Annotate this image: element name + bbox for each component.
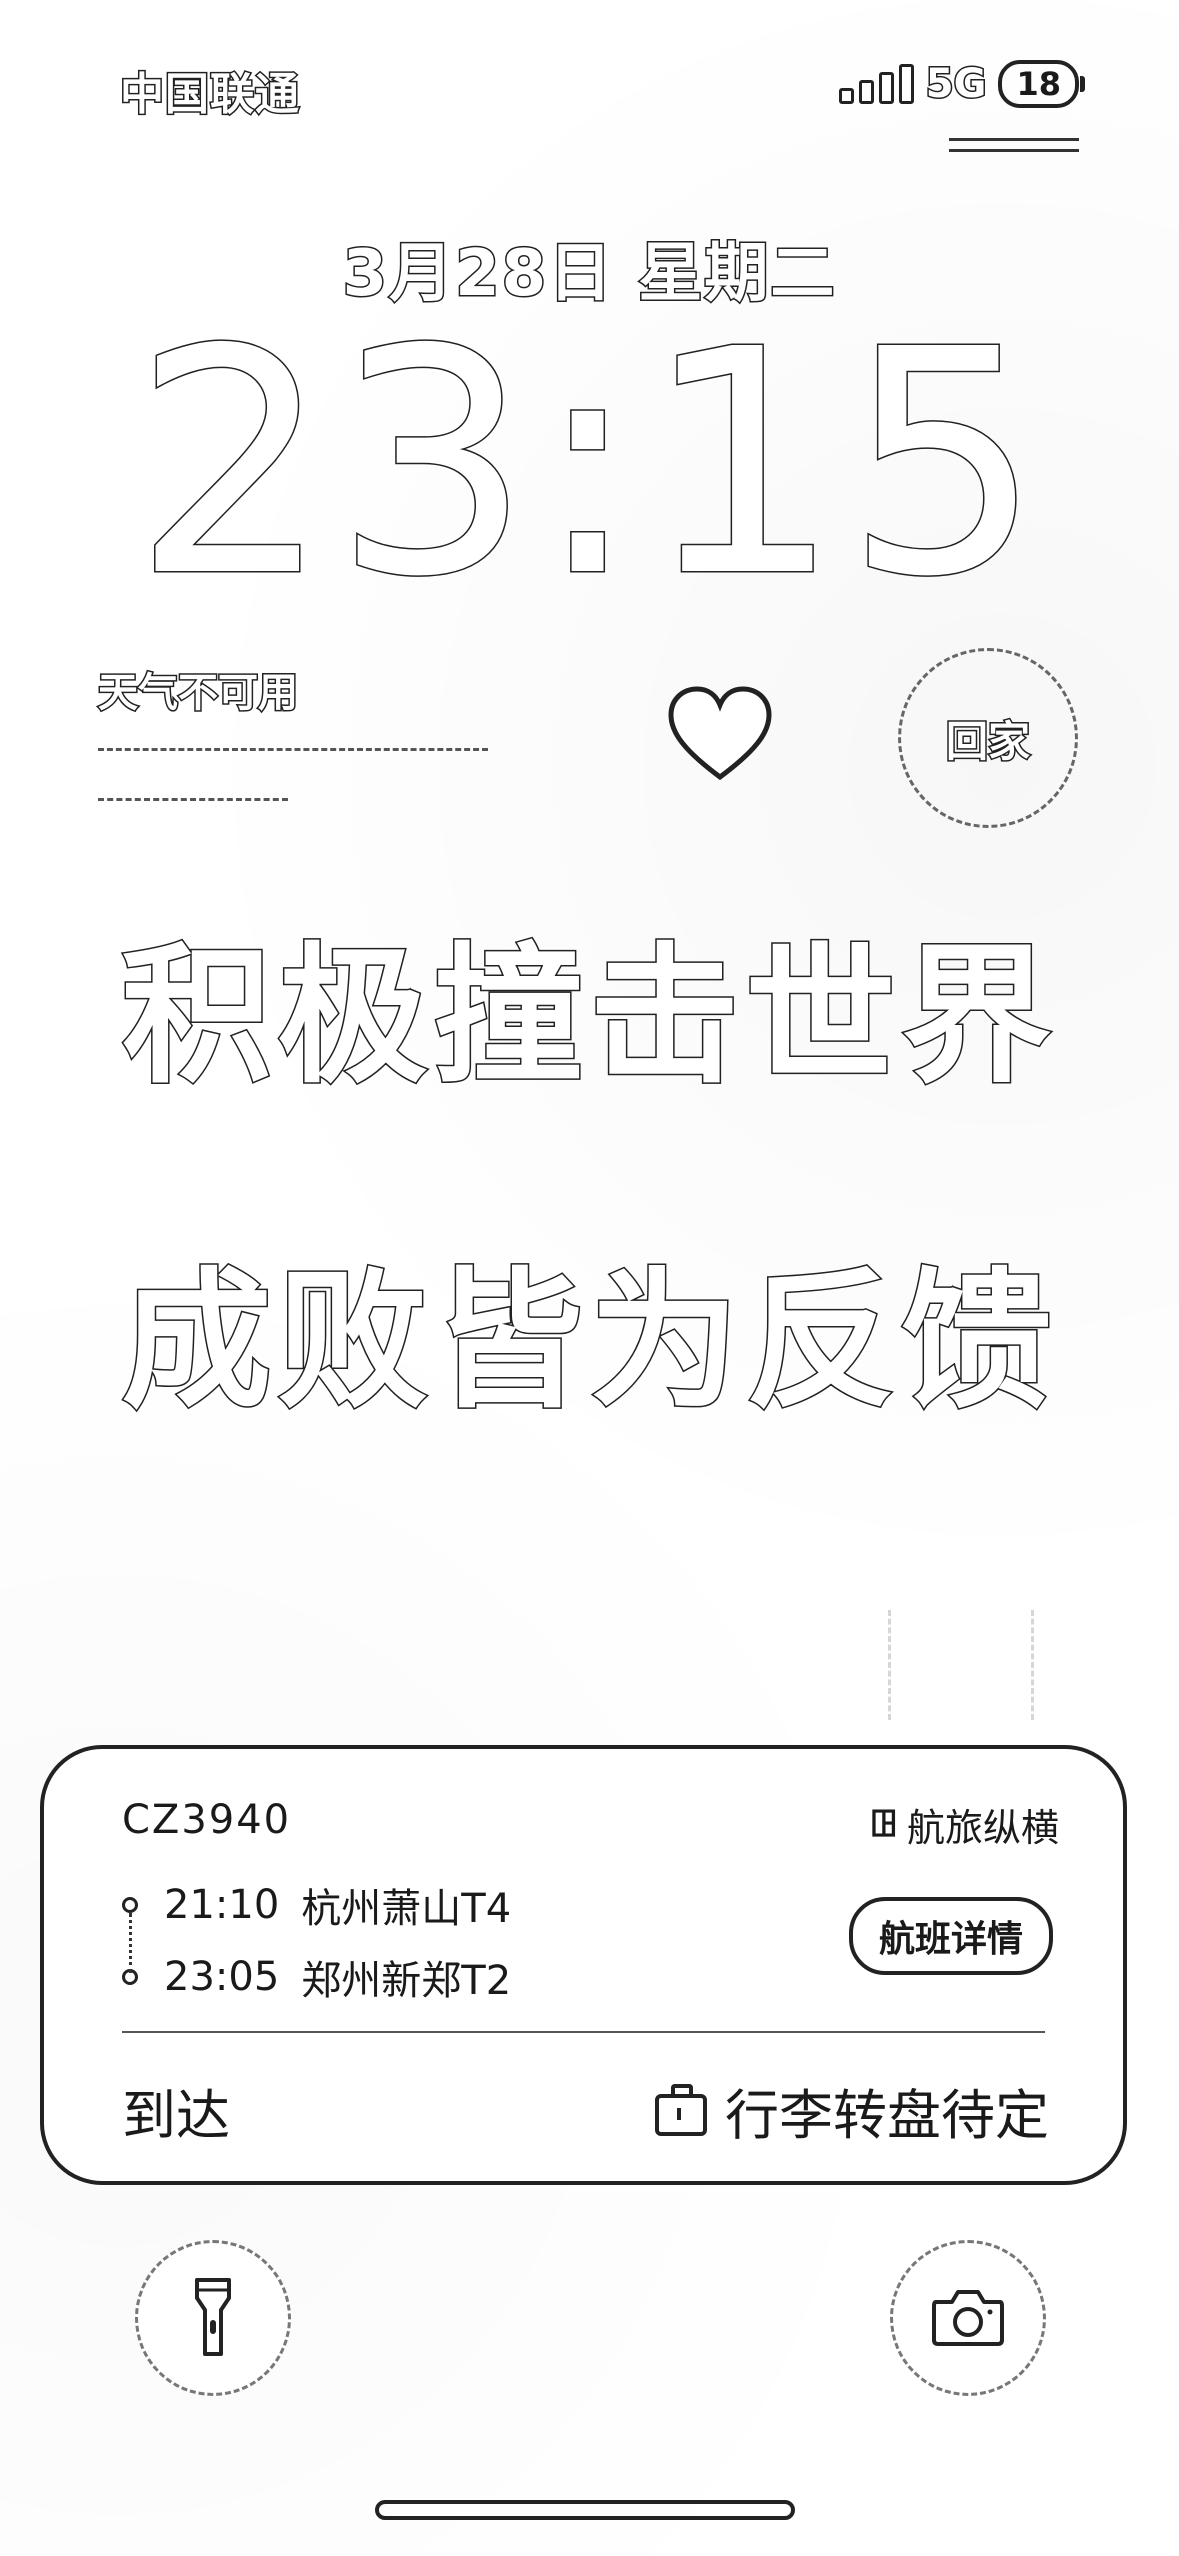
- plane-logo-icon: ꖸ: [870, 1803, 897, 1845]
- battery-level: 18: [1016, 65, 1061, 103]
- arrival-time: 23:05: [164, 1954, 280, 2000]
- flight-details-button[interactable]: 航班详情: [848, 1897, 1053, 1975]
- flashlight-icon: [195, 2278, 231, 2356]
- flight-status: 到达: [122, 2084, 230, 2147]
- go-home-widget[interactable]: 回家: [898, 648, 1078, 828]
- route-connector: [129, 1913, 132, 1973]
- heart-icon[interactable]: [665, 685, 775, 785]
- network-label: 5G: [924, 60, 988, 109]
- departure-time: 21:10: [164, 1882, 280, 1928]
- home-indicator[interactable]: [375, 2500, 795, 2520]
- signal-icon: [838, 64, 914, 104]
- departure-dot-icon: [122, 1897, 138, 1913]
- departure-place: 杭州萧山T4: [301, 1886, 512, 1932]
- baggage-info: 行李转盘待定: [655, 2071, 1049, 2150]
- brand-name: 航旅纵横: [906, 1806, 1059, 1850]
- go-home-label: 回家: [944, 715, 1031, 767]
- status-indicators: 5G 18: [838, 60, 1085, 109]
- slogan-line-2: 成败皆为反馈: [120, 1254, 1058, 1431]
- flashlight-button[interactable]: [135, 2240, 291, 2396]
- flight-number: CZ3940: [122, 1797, 292, 1843]
- luggage-icon: [655, 2083, 707, 2136]
- arrival-row: 23:05 郑州新郑T2: [122, 1941, 511, 2013]
- departure-row: 21:10 杭州萧山T4: [122, 1869, 511, 1941]
- weather-widget[interactable]: 天气不可用: [97, 660, 300, 718]
- card-divider: [122, 2031, 1045, 2033]
- brand: ꖸ 航旅纵横: [870, 1797, 1059, 1852]
- slogan-line-1: 积极撞击世界: [120, 929, 1058, 1106]
- control-center-hint[interactable]: [949, 138, 1079, 152]
- flight-live-activity[interactable]: CZ3940 ꖸ 航旅纵横 21:10 杭州萧山T4 23:05 郑州新郑T2 …: [40, 1745, 1127, 2185]
- lock-time: 23:15: [131, 284, 1047, 645]
- baggage-label: 行李转盘待定: [725, 2084, 1049, 2147]
- flight-route: 21:10 杭州萧山T4 23:05 郑州新郑T2: [122, 1869, 511, 2013]
- weather-placeholder-line: [98, 748, 488, 751]
- battery-icon: 18: [998, 60, 1085, 108]
- lock-screen: 中国联通 5G 18 3月28日 星期二 23:15 天气不可用 回家 积极撞击…: [0, 0, 1179, 2556]
- carrier-label: 中国联通: [119, 68, 301, 122]
- camera-button[interactable]: [890, 2240, 1046, 2396]
- weather-placeholder-line: [98, 798, 288, 801]
- arrival-place: 郑州新郑T2: [301, 1958, 512, 2004]
- camera-icon: [932, 2290, 1004, 2346]
- wallpaper-decoration: [888, 1610, 1034, 1720]
